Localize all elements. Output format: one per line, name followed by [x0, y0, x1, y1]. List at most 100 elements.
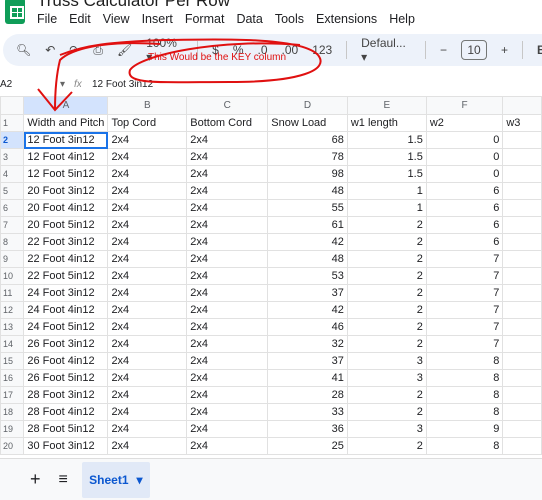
cell[interactable]: 2x4 [186, 301, 269, 319]
cell[interactable]: 37 [267, 352, 348, 370]
cell[interactable]: 68 [267, 131, 348, 149]
cell[interactable]: 26 Foot 4in12 [23, 352, 109, 370]
cell[interactable] [502, 318, 542, 336]
cell[interactable]: 61 [267, 216, 348, 234]
cell[interactable]: 2x4 [107, 131, 188, 149]
cell[interactable]: 98 [267, 165, 348, 183]
cell[interactable]: 7 [425, 318, 504, 336]
cell[interactable]: Bottom Cord [186, 114, 269, 132]
cell[interactable]: 2x4 [186, 352, 269, 370]
cell[interactable]: 8 [425, 403, 504, 421]
menu-view[interactable]: View [103, 12, 130, 26]
cell[interactable]: 0 [425, 165, 504, 183]
cell[interactable] [502, 335, 542, 353]
cell[interactable]: 48 [267, 182, 348, 200]
search-icon[interactable]: 🔍︎ [16, 43, 31, 57]
menu-file[interactable]: File [37, 12, 57, 26]
cell[interactable]: 2 [346, 301, 427, 319]
cell[interactable]: 1 [346, 199, 427, 217]
column-header[interactable]: A [23, 96, 109, 115]
cell[interactable]: 2 [346, 267, 427, 285]
cell[interactable]: 28 [267, 386, 348, 404]
row-header[interactable]: 8 [0, 233, 25, 251]
cell[interactable]: 28 Foot 3in12 [23, 386, 109, 404]
tab-sheet1[interactable]: Sheet1 ▾ [81, 461, 150, 498]
cell[interactable]: 2 [346, 386, 427, 404]
cell[interactable]: 8 [425, 352, 504, 370]
cell[interactable]: Top Cord [107, 114, 188, 132]
cell[interactable]: 55 [267, 199, 348, 217]
row-header[interactable]: 6 [0, 199, 25, 217]
menu-insert[interactable]: Insert [142, 12, 173, 26]
cell[interactable]: 22 Foot 4in12 [23, 250, 109, 268]
cell[interactable]: 12 Foot 4in12 [23, 148, 109, 166]
paint-format-icon[interactable]: 🖌︎ [117, 43, 132, 57]
cell[interactable]: 2x4 [107, 284, 188, 302]
cell[interactable]: 22 Foot 5in12 [23, 267, 109, 285]
cell[interactable]: 2x4 [107, 233, 188, 251]
chevron-down-icon[interactable]: ▾ [137, 473, 143, 487]
cell[interactable]: 2x4 [186, 318, 269, 336]
cell[interactable]: 12 Foot 5in12 [23, 165, 109, 183]
cell[interactable]: 2x4 [107, 216, 188, 234]
cell[interactable]: 20 Foot 4in12 [23, 199, 109, 217]
cell[interactable]: 53 [267, 267, 348, 285]
cell[interactable]: 24 Foot 4in12 [23, 301, 109, 319]
cell[interactable]: w1 length [346, 114, 427, 132]
cell[interactable]: 1.5 [346, 148, 427, 166]
cell[interactable]: 26 Foot 5in12 [23, 369, 109, 387]
cell[interactable] [502, 233, 542, 251]
cell[interactable]: 24 Foot 5in12 [23, 318, 109, 336]
formula-input[interactable]: 12 Foot 3in12 [92, 79, 153, 90]
cell[interactable]: 2x4 [186, 250, 269, 268]
cell[interactable]: 2 [346, 437, 427, 455]
currency-button[interactable]: $ [212, 43, 219, 57]
cell[interactable]: 33 [267, 403, 348, 421]
row-header[interactable]: 10 [0, 267, 25, 285]
menu-tools[interactable]: Tools [275, 12, 304, 26]
cell[interactable]: 6 [425, 216, 504, 234]
cell[interactable] [502, 284, 542, 302]
cell[interactable]: 30 Foot 3in12 [23, 437, 109, 455]
cell[interactable] [502, 267, 542, 285]
menu-data[interactable]: Data [236, 12, 262, 26]
spreadsheet-grid[interactable]: A B C D E F 1 Width and Pitch Top Cord Bottom Cor… [0, 96, 542, 455]
cell[interactable]: 46 [267, 318, 348, 336]
menu-extensions[interactable]: Extensions [316, 12, 377, 26]
cell[interactable] [502, 216, 542, 234]
row-header[interactable]: 3 [0, 148, 25, 166]
cell[interactable]: 2x4 [186, 165, 269, 183]
column-header[interactable]: B [107, 96, 188, 115]
cell[interactable]: 0 [425, 131, 504, 149]
cell[interactable] [502, 386, 542, 404]
row-header[interactable]: 15 [0, 352, 25, 370]
row-header[interactable]: 7 [0, 216, 25, 234]
cell[interactable]: 7 [425, 267, 504, 285]
cell[interactable]: 2x4 [107, 250, 188, 268]
cell[interactable]: 2x4 [107, 267, 188, 285]
cell[interactable]: 2x4 [107, 403, 188, 421]
cell[interactable]: 2x4 [186, 284, 269, 302]
cell[interactable]: 24 Foot 3in12 [23, 284, 109, 302]
decrease-decimal-button[interactable]: .0 [257, 43, 267, 57]
cell[interactable] [502, 131, 542, 149]
cell[interactable]: 3 [346, 420, 427, 438]
cell[interactable]: 2x4 [186, 386, 269, 404]
zoom-select[interactable]: 100% ▾ [146, 36, 183, 64]
cell[interactable]: 48 [267, 250, 348, 268]
cell[interactable]: 2x4 [107, 148, 188, 166]
row-header[interactable]: 16 [0, 369, 25, 387]
cell[interactable]: 2x4 [186, 131, 269, 149]
font-select[interactable]: Defaul... ▾ [361, 36, 411, 64]
row-header[interactable]: 5 [0, 182, 25, 200]
cell[interactable]: 37 [267, 284, 348, 302]
sheets-logo[interactable] [5, 0, 25, 24]
row-header[interactable]: 20 [0, 437, 25, 455]
menu-help[interactable]: Help [389, 12, 415, 26]
cell[interactable]: 6 [425, 199, 504, 217]
percent-button[interactable]: % [233, 43, 244, 57]
cell[interactable]: w2 [425, 114, 504, 132]
cell[interactable]: 20 Foot 3in12 [23, 182, 109, 200]
cell[interactable] [502, 199, 542, 217]
row-header[interactable]: 4 [0, 165, 25, 183]
